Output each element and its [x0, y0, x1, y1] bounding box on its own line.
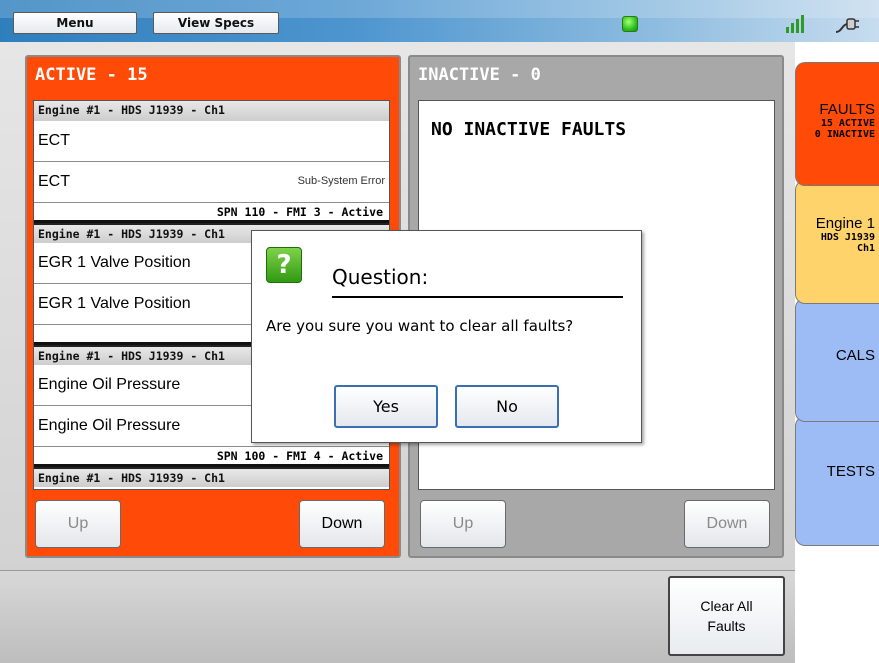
tab-cals-label: CALS [835, 347, 875, 364]
fault-name: EGR 1 Valve Position [38, 254, 191, 271]
status-led-icon [622, 16, 638, 32]
active-down-button[interactable]: Down [299, 500, 385, 548]
fault-detail: EGR 1 Valve Position [38, 295, 191, 312]
fault-group-header: Engine #1 - HDS J1939 - Ch1 [34, 101, 389, 121]
tab-faults-active-count: 15 ACTIVE [820, 118, 875, 129]
tab-engine-label: Engine 1 [815, 215, 875, 232]
fault-spn-line: SPN 110 - FMI 3 - Active [34, 203, 389, 223]
fault-detail: ECT [38, 173, 70, 190]
question-icon: ? [266, 247, 302, 283]
dialog-title-rule [332, 296, 623, 298]
inactive-up-button[interactable]: Up [420, 500, 506, 548]
tab-faults[interactable]: FAULTS 15 ACTIVE 0 INACTIVE [795, 62, 879, 186]
fault-row[interactable]: ECT Sub-System Error [34, 162, 389, 203]
tab-cals[interactable]: CALS [795, 298, 879, 422]
fault-row[interactable]: ECT [34, 121, 389, 162]
tab-tests[interactable]: TESTS [795, 416, 879, 546]
fault-subsystem: Sub-System Error [297, 175, 385, 187]
tab-faults-label: FAULTS [819, 101, 875, 118]
view-specs-button[interactable]: View Specs [153, 12, 279, 34]
no-inactive-faults-message: NO INACTIVE FAULTS [431, 119, 627, 140]
power-plug-icon [835, 18, 859, 33]
yes-button[interactable]: Yes [334, 385, 438, 428]
inactive-down-button[interactable]: Down [684, 500, 770, 548]
tab-faults-inactive-count: 0 INACTIVE [814, 129, 875, 140]
fault-detail: Engine Oil Pressure [38, 417, 181, 434]
tab-engine-1[interactable]: Engine 1 HDS J1939 Ch1 [795, 180, 879, 304]
no-button[interactable]: No [455, 385, 559, 428]
dialog-title: Question: [332, 265, 429, 289]
dialog-message: Are you sure you want to clear all fault… [266, 317, 574, 335]
fault-name: ECT [38, 132, 70, 149]
tab-tests-label: TESTS [826, 463, 875, 480]
active-panel-title: ACTIVE - 15 [35, 65, 148, 85]
fault-group-header: Engine #1 - HDS J1939 - Ch1 [34, 467, 389, 487]
tab-engine-channel: Ch1 [856, 243, 875, 254]
clear-all-faults-button[interactable]: Clear All Faults [668, 576, 785, 656]
fault-spn-line: SPN 100 - FMI 4 - Active [34, 447, 389, 467]
active-up-button[interactable]: Up [35, 500, 121, 548]
signal-strength-icon [786, 15, 804, 33]
top-toolbar: Menu View Specs [0, 0, 879, 42]
confirm-dialog: ? Question: Are you sure you want to cle… [251, 230, 642, 443]
fault-name: Engine Oil Pressure [38, 376, 181, 393]
tab-engine-protocol: HDS J1939 [820, 232, 875, 243]
inactive-panel-title: INACTIVE - 0 [418, 65, 541, 85]
menu-button[interactable]: Menu [13, 12, 137, 34]
